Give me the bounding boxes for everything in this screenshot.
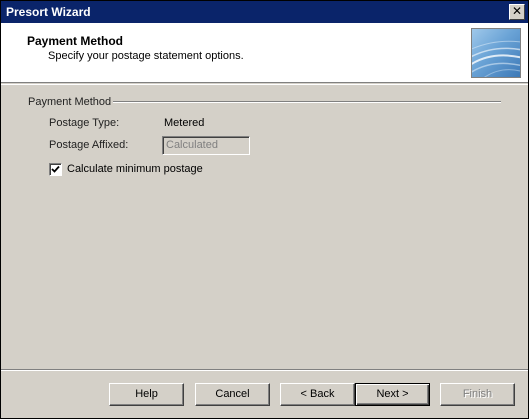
postage-affixed-label: Postage Affixed: [49,139,129,151]
wizard-banner-icon [471,28,521,78]
page-subtitle: Specify your postage statement options. [48,50,244,62]
next-button[interactable]: Next > [355,383,430,406]
postage-type-label: Postage Type: [49,117,120,129]
cancel-button[interactable]: Cancel [195,383,270,406]
window-title: Presort Wizard [6,5,91,19]
help-button[interactable]: Help [109,383,184,406]
footer-divider [1,369,528,371]
header-divider [1,84,528,85]
postage-affixed-field: Calculated [162,136,250,155]
back-button[interactable]: < Back [280,383,355,406]
calculate-minimum-postage-label[interactable]: Calculate minimum postage [67,163,203,175]
presort-wizard-window: Presort Wizard ✕ Payment Method Specify … [0,0,529,419]
title-bar: Presort Wizard ✕ [1,1,528,23]
group-label: Payment Method [28,96,112,108]
close-button[interactable]: ✕ [509,4,525,20]
close-icon: ✕ [511,4,523,18]
checkmark-icon [51,165,60,173]
wizard-header: Payment Method Specify your postage stat… [1,23,528,83]
postage-type-value: Metered [164,117,205,129]
group-divider [113,101,501,103]
finish-button[interactable]: Finish [440,383,515,406]
page-title: Payment Method [27,34,124,48]
calculate-minimum-postage-checkbox[interactable] [49,163,62,176]
